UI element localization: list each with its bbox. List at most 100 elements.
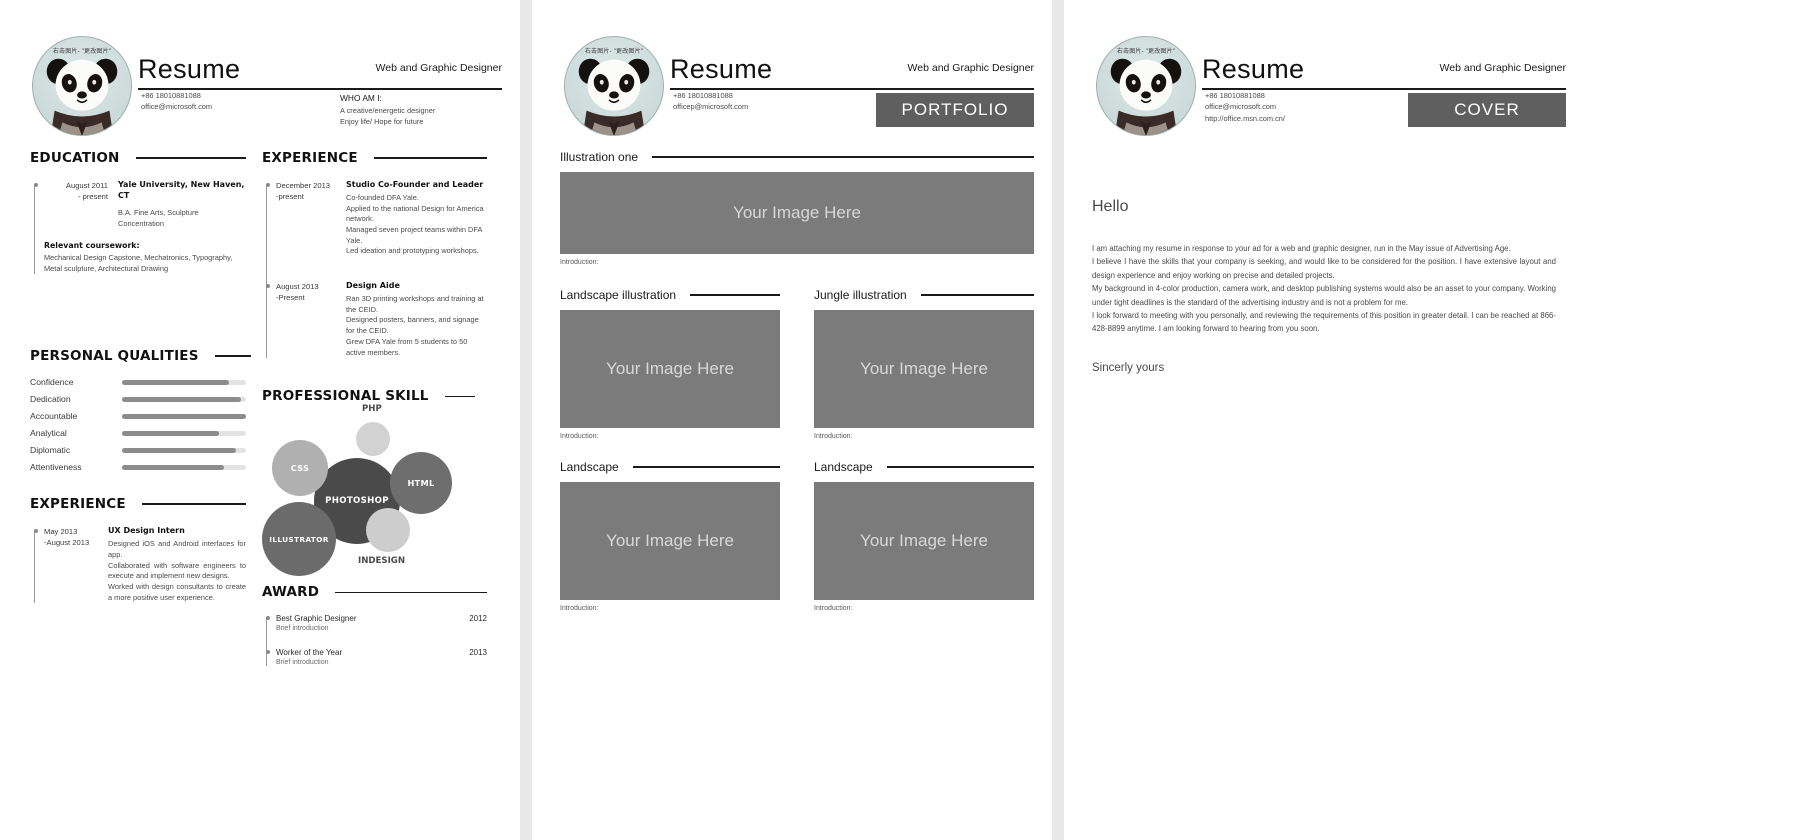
feature-heading: Illustration one <box>560 150 639 164</box>
quality-bar-track <box>122 413 246 419</box>
quality-row: Analytical <box>30 428 246 438</box>
image-placeholder[interactable]: Your Image Here <box>560 310 780 428</box>
experience-top-section-header: EXPERIENCE <box>262 150 487 166</box>
qualities-heading: PERSONAL QUALITIES <box>30 348 199 365</box>
experience-item: August 2013 -Present Design Aide Ran 3D … <box>265 281 487 358</box>
image-placeholder[interactable]: Your Image Here <box>560 172 1034 254</box>
award-section-header: AWARD <box>262 584 487 600</box>
who-am-i-line2: Enjoy life/ Hope for future <box>340 116 424 126</box>
cover-banner: COVER <box>1408 93 1566 127</box>
who-am-i-block: WHO AM I: A creative/energetic designer … <box>340 92 435 127</box>
quality-bar-track <box>122 464 246 470</box>
award-title: Worker of the Year <box>276 648 343 658</box>
education-item: August 2011 - present Yale University, N… <box>33 180 246 229</box>
quality-label: Diplomatic <box>30 445 71 456</box>
who-am-i-heading: WHO AM I: <box>340 93 382 103</box>
portfolio-cell: Jungle illustration Your Image Here Intr… <box>814 288 1034 440</box>
page3-header: 右击图片- "更改图片" Resume Web and Graphic Desi… <box>1064 0 1584 150</box>
resume-page-2: 右击图片- "更改图片" Resume Web and Graphic Desi… <box>532 0 1052 840</box>
skill-bubble <box>356 422 390 457</box>
skill-bubble-chart: PHOTOSHOP HTML CSS ILLUSTRATOR PHP INDESIGN <box>262 404 487 578</box>
who-am-i-line1: A creative/energetic designer <box>340 105 436 115</box>
experience-item: December 2013 -present Studio Co-Founder… <box>265 180 487 257</box>
quality-label: Accountable <box>30 411 78 422</box>
grid-rule-3 <box>886 466 1034 468</box>
exp-top-date-1: August 2013 -Present <box>276 282 319 303</box>
quality-bar-fill <box>122 413 246 419</box>
qualities-section-header: PERSONAL QUALITIES <box>30 348 251 365</box>
resume-page-3: 右击图片- "更改图片" Resume Web and Graphic Desi… <box>1064 0 1584 840</box>
education-desc: B.A. Fine Arts, Sculpture Concentration <box>118 207 199 228</box>
page1-title: Resume <box>138 54 241 84</box>
page2-contact: +86 18010881088 officep@microsoft.com <box>673 90 748 113</box>
page3-email: office@microsoft.com <box>1205 102 1277 112</box>
grid-rule-0 <box>690 294 780 296</box>
quality-row: Accountable <box>30 411 246 421</box>
quality-label: Confidence <box>30 377 74 388</box>
grid-caption-3: Introduction: <box>814 605 853 612</box>
page1-header: 右击图片- "更改图片" Resume Web and Graphic Desi… <box>0 0 520 150</box>
panda-icon <box>1110 58 1182 135</box>
portfolio-banner: PORTFOLIO <box>876 93 1034 127</box>
page1-phone: +86 18010881088 <box>141 91 201 100</box>
quality-bar-fill <box>122 464 224 470</box>
cover-body: I am attaching my resume in response to … <box>1092 244 1556 334</box>
image-placeholder[interactable]: Your Image Here <box>560 482 780 600</box>
feature-caption: Introduction: <box>560 259 599 266</box>
panda-icon <box>578 58 650 135</box>
page2-email: officep@microsoft.com <box>673 102 749 112</box>
quality-bar-fill <box>122 379 229 385</box>
quality-bar-track <box>122 447 246 453</box>
experience-top-timeline: December 2013 -present Studio Co-Founder… <box>262 180 487 359</box>
award-title: Best Graphic Designer <box>276 614 357 624</box>
award-subtitle: Brief introduction <box>276 659 329 666</box>
quality-bar-fill <box>122 447 237 453</box>
avatar: 右击图片- "更改图片" <box>564 36 664 136</box>
grid-caption-2: Introduction: <box>560 605 599 612</box>
image-placeholder[interactable]: Your Image Here <box>814 482 1034 600</box>
page3-website[interactable]: http://office.msn.com.cn/ <box>1205 113 1285 124</box>
skill-bubble-label: PHP <box>362 404 382 415</box>
cover-signature: Sincerly yours <box>1092 361 1165 374</box>
experience-bottom-rule <box>141 503 246 506</box>
exp-top-desc-0: Co-founded DFA Yale. Applied to the nati… <box>346 192 484 256</box>
qualities-list: Confidence Dedication Accountable Analytica… <box>30 377 246 472</box>
feature-section-header: Illustration one <box>560 150 1034 164</box>
grid-rule-2 <box>632 466 780 468</box>
skill-bubble-label: INDESIGN <box>358 556 406 567</box>
page2-phone: +86 18010881088 <box>673 91 733 100</box>
quality-bar-track <box>122 379 246 385</box>
qualities-rule <box>214 355 251 358</box>
education-rule <box>135 157 246 159</box>
award-timeline: Best Graphic Designer Brief introduction 2… <box>262 614 487 666</box>
experience-top-heading: EXPERIENCE <box>262 150 358 166</box>
education-title: Yale University, New Haven, CT <box>118 180 245 200</box>
feature-rule <box>652 156 1034 158</box>
skill-bubble <box>366 508 410 553</box>
page3-phone: +86 18010881088 <box>1205 91 1265 100</box>
quality-label: Attentiveness <box>30 462 82 473</box>
page2-role: Web and Graphic Designer <box>907 62 1034 74</box>
quality-row: Dedication <box>30 394 246 404</box>
resume-page-1: 右击图片- "更改图片" Resume Web and Graphic Desi… <box>0 0 520 840</box>
experience-item: May 2013 -August 2013 UX Design Intern D… <box>33 526 246 603</box>
experience-bottom-title: UX Design Intern <box>108 526 185 536</box>
education-date: August 2011 - present <box>65 181 108 201</box>
quality-bar-track <box>122 396 246 402</box>
exp-top-date-0: December 2013 -present <box>276 181 331 201</box>
quality-bar-fill <box>122 396 242 402</box>
page1-email: office@microsoft.com <box>141 102 213 112</box>
page1-role: Web and Graphic Designer <box>375 62 502 74</box>
skill-bubble: CSS <box>272 440 328 497</box>
avatar: 右击图片- "更改图片" <box>32 36 132 136</box>
portfolio-cell: Landscape illustration Your Image Here I… <box>560 288 780 440</box>
portfolio-cell: Landscape Your Image Here Introduction: <box>814 460 1034 612</box>
education-heading: EDUCATION <box>30 150 120 166</box>
grid-heading-1: Jungle illustration <box>814 288 907 302</box>
portfolio-cell: Landscape Your Image Here Introduction: <box>560 460 780 612</box>
grid-heading-0: Landscape illustration <box>560 288 677 302</box>
document-workspace: 右击图片- "更改图片" Resume Web and Graphic Desi… <box>0 0 1816 840</box>
grid-heading-3: Landscape <box>814 460 873 474</box>
exp-top-desc-1: Ran 3D printing workshops and training a… <box>346 294 484 357</box>
image-placeholder[interactable]: Your Image Here <box>814 310 1034 428</box>
